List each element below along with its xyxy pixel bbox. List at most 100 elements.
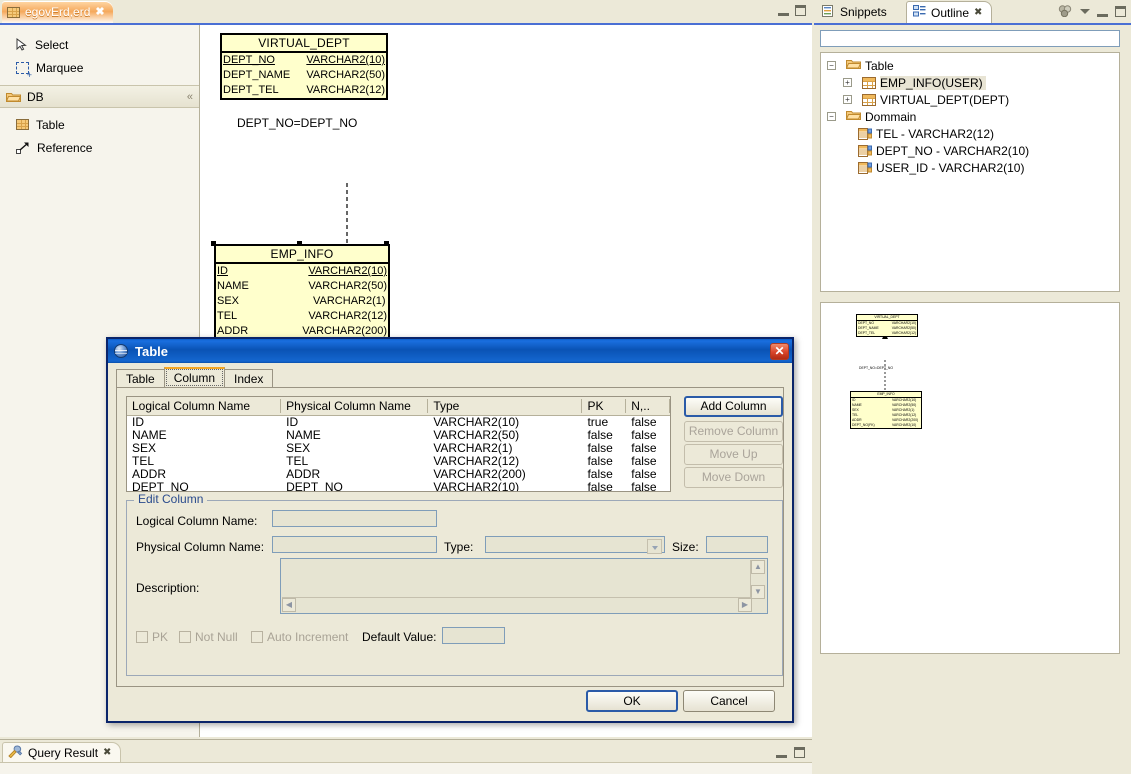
tab-query-result[interactable]: Query Result ✖ — [2, 742, 121, 762]
tab-column[interactable]: Column — [164, 367, 225, 388]
close-icon[interactable]: ✖ — [103, 747, 111, 758]
table-row[interactable]: ID ID VARCHAR2(10) true false — [127, 416, 670, 429]
size-label: Size: — [672, 540, 699, 554]
open-folder-icon — [846, 109, 861, 124]
expander-icon[interactable]: − — [827, 112, 836, 121]
column-grid[interactable]: Logical Column Name Physical Column Name… — [126, 396, 671, 492]
edit-column-legend: Edit Column — [134, 492, 207, 506]
maximize-icon[interactable] — [795, 5, 806, 16]
vertical-scrollbar[interactable]: ▲ ▼ — [750, 560, 766, 599]
thumbnail-diagram: VIRTUAL_DEPT DEPT_NOVARCHAR2(10) DEPT_NA… — [835, 313, 955, 453]
table-row[interactable]: ADDR ADDR VARCHAR2(200) false false — [127, 468, 670, 481]
header-type[interactable]: Type — [428, 399, 582, 413]
query-result-view: Query Result ✖ — [0, 739, 812, 773]
erd-table-virtual-dept[interactable]: VIRTUAL_DEPT DEPT_NO VARCHAR2(10) DEPT_N… — [220, 33, 388, 100]
horizontal-scrollbar[interactable]: ◀ ▶ — [282, 597, 752, 612]
selection-handle[interactable] — [211, 241, 216, 246]
tab-query-result-label: Query Result — [28, 746, 98, 760]
header-logical-column-name[interactable]: Logical Column Name — [127, 399, 281, 413]
minimize-icon[interactable] — [776, 746, 787, 758]
erd-column-name: SEX — [217, 294, 313, 309]
scroll-up-icon[interactable]: ▲ — [751, 560, 765, 574]
selection-handle[interactable] — [297, 241, 302, 246]
outline-tree[interactable]: − Table + EMP_INFO(USER) + VIRTUAL_DEPT(… — [820, 52, 1120, 292]
header-pk[interactable]: PK — [582, 399, 626, 413]
palette-tool-marquee[interactable]: Marquee — [0, 56, 199, 79]
outline-filter-input[interactable] — [820, 30, 1120, 47]
tree-node-label: Table — [865, 59, 894, 73]
palette-section-db[interactable]: DB « — [0, 85, 199, 108]
close-icon[interactable]: ✕ — [770, 343, 789, 360]
table-row[interactable]: TEL TEL VARCHAR2(12) false false — [127, 455, 670, 468]
chevron-down-icon[interactable] — [647, 539, 662, 554]
expander-icon[interactable]: + — [843, 78, 852, 87]
description-label: Description: — [136, 581, 199, 595]
add-column-button[interactable]: Add Column — [684, 396, 783, 417]
collapse-icon[interactable]: « — [187, 91, 193, 103]
cell-not-null: false — [626, 442, 670, 455]
tree-node-dommain[interactable]: − Dommain — [821, 108, 1119, 125]
logical-column-name-input[interactable] — [272, 510, 437, 527]
right-view-tab-bar: Snippets Outline ✖ — [814, 0, 1131, 25]
selection-handle[interactable] — [384, 241, 389, 246]
size-input[interactable] — [706, 536, 768, 553]
cell-type: VARCHAR2(12) — [428, 455, 582, 468]
tree-node-domain-dept-no[interactable]: DEPT_NO - VARCHAR2(10) — [821, 142, 1119, 159]
cell-not-null: false — [626, 481, 670, 492]
type-dropdown[interactable] — [485, 536, 665, 553]
dialog-title-bar[interactable]: Table ✕ — [108, 339, 792, 363]
palette-item-table[interactable]: Table — [0, 113, 199, 136]
minimize-icon[interactable] — [1097, 5, 1108, 17]
expander-icon[interactable]: − — [827, 61, 836, 70]
cell-logical: ADDR — [127, 468, 281, 481]
tab-outline[interactable]: Outline ✖ — [906, 1, 992, 23]
minimize-icon[interactable] — [778, 4, 789, 16]
scroll-left-icon[interactable]: ◀ — [282, 598, 296, 612]
tree-node-emp-info[interactable]: + EMP_INFO(USER) — [821, 74, 1119, 91]
close-icon[interactable]: ✖ — [95, 7, 104, 18]
editor-tab-egoverd[interactable]: egovErd,erd ✖ — [2, 1, 113, 23]
physical-column-name-input[interactable] — [272, 536, 437, 553]
description-textarea[interactable]: ▲ ▼ ◀ ▶ — [280, 558, 768, 614]
tab-table[interactable]: Table — [116, 369, 165, 388]
table-row[interactable]: SEX SEX VARCHAR2(1) false false — [127, 442, 670, 455]
marquee-select-icon — [16, 62, 29, 74]
ok-button[interactable]: OK — [586, 690, 678, 712]
maximize-icon[interactable] — [1115, 6, 1126, 17]
tree-node-table[interactable]: − Table — [821, 57, 1119, 74]
table-properties-dialog[interactable]: Table ✕ Table Column Index Logical Colum… — [106, 337, 794, 723]
tab-snippets-label: Snippets — [840, 5, 887, 19]
tab-index[interactable]: Index — [224, 369, 273, 388]
view-menu-icon[interactable] — [1080, 9, 1090, 14]
table-row[interactable]: DEPT_NO DEPT_NO VARCHAR2(10) false false — [127, 481, 670, 492]
erd-column-type: VARCHAR2(10) — [306, 53, 385, 68]
not-null-checkbox — [179, 631, 191, 643]
tree-node-domain-tel[interactable]: TEL - VARCHAR2(12) — [821, 125, 1119, 142]
move-up-button: Move Up — [684, 444, 783, 465]
cancel-button[interactable]: Cancel — [683, 690, 775, 712]
logical-column-name-label: Logical Column Name: — [136, 514, 257, 528]
outline-thumbnail[interactable]: VIRTUAL_DEPT DEPT_NOVARCHAR2(10) DEPT_NA… — [820, 302, 1120, 654]
header-not-null[interactable]: N,.. — [626, 399, 670, 413]
scroll-right-icon[interactable]: ▶ — [738, 598, 752, 612]
tree-node-virtual-dept[interactable]: + VIRTUAL_DEPT(DEPT) — [821, 91, 1119, 108]
table-row[interactable]: NAME NAME VARCHAR2(50) false false — [127, 429, 670, 442]
expander-icon[interactable]: + — [843, 95, 852, 104]
header-physical-column-name[interactable]: Physical Column Name — [281, 399, 428, 413]
palette-item-reference[interactable]: Reference — [0, 136, 199, 159]
maximize-icon[interactable] — [794, 747, 805, 758]
cell-not-null: false — [626, 455, 670, 468]
link-with-editor-icon[interactable] — [1058, 5, 1073, 17]
close-icon[interactable]: ✖ — [974, 7, 982, 18]
default-value-input[interactable] — [442, 627, 505, 644]
thumbnail-table-emp-info: EMP_INFO IDVARCHAR2(10) NAMEVARCHAR2(50)… — [850, 391, 922, 429]
thumbnail-table-virtual-dept: VIRTUAL_DEPT DEPT_NOVARCHAR2(10) DEPT_NA… — [856, 314, 918, 337]
editor-tab-label: egovErd,erd — [25, 5, 90, 19]
palette-tool-select[interactable]: Select — [0, 33, 199, 56]
scroll-down-icon[interactable]: ▼ — [751, 585, 765, 599]
erd-column-row: SEX VARCHAR2(1) — [216, 294, 388, 309]
erd-column-type: VARCHAR2(1) — [313, 294, 387, 309]
tree-node-domain-user-id[interactable]: USER_ID - VARCHAR2(10) — [821, 159, 1119, 176]
cell-physical: DEPT_NO — [281, 481, 428, 492]
tab-snippets[interactable]: Snippets — [816, 1, 896, 23]
